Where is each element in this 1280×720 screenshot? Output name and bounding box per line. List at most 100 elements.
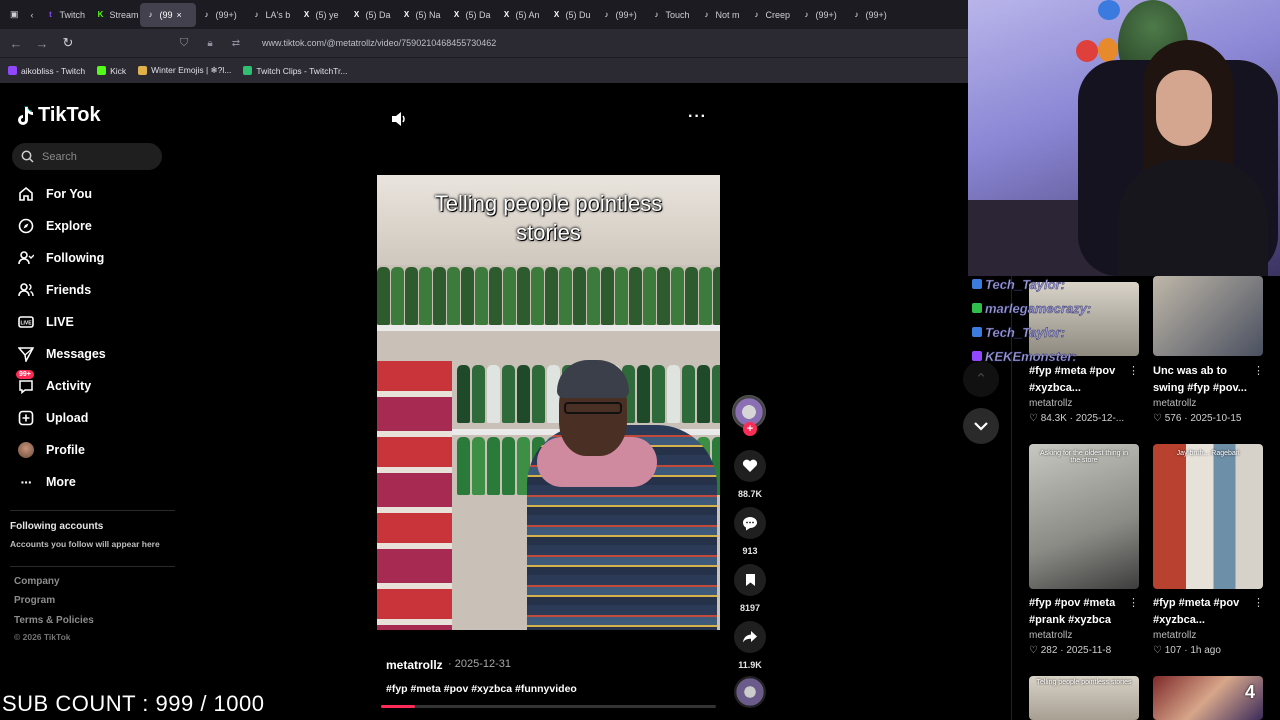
chevron-down-icon — [974, 421, 988, 431]
url-text[interactable]: www.tiktok.com/@metatrollz/video/7590210… — [262, 38, 496, 48]
browser-tab[interactable]: X (5) ye — [296, 3, 346, 27]
comment-button[interactable] — [734, 507, 766, 539]
video-player[interactable]: Telling people pointless stories — [377, 175, 720, 630]
close-tab-icon[interactable]: × — [177, 10, 182, 20]
video-scene-bottle — [699, 267, 712, 325]
browser-tab[interactable]: ♪ (99+) — [796, 3, 846, 27]
sidebar: TikTok Search For You Explore Following Fri… — [0, 84, 175, 720]
footer-terms-link[interactable]: Terms & Policies — [14, 615, 94, 626]
sidebar-item-messages[interactable]: Messages — [18, 346, 106, 362]
bookmark-item[interactable]: aikobliss - Twitch — [8, 66, 85, 76]
video-thumbnail[interactable] — [1153, 276, 1263, 356]
bookmark-item[interactable]: Twitch Clips - TwitchTr... — [243, 66, 348, 76]
like-button[interactable] — [734, 450, 766, 482]
browser-tab[interactable]: X (5) Du — [546, 3, 596, 27]
forward-button[interactable]: → — [34, 36, 50, 51]
video-hashtags[interactable]: #fyp #meta #pov #xyzbca #funnyvideo — [386, 683, 577, 695]
browser-tab[interactable]: K Stream — [90, 3, 140, 27]
browser-tab[interactable]: X (5) An — [496, 3, 546, 27]
browser-tab[interactable]: ♪ Touch — [646, 3, 696, 27]
video-author[interactable]: metatrollz — [386, 658, 443, 672]
video-card-author[interactable]: metatrollz — [1153, 630, 1196, 641]
thumbnail-overlay-text: 4 — [1244, 682, 1255, 702]
bookmark-item[interactable]: Winter Emojis | ❄?l... — [138, 65, 231, 76]
tab-list-button[interactable]: ▣ — [4, 3, 25, 27]
video-scene-bottle — [697, 365, 710, 423]
compass-icon — [18, 218, 34, 234]
sidebar-item-explore[interactable]: Explore — [18, 218, 92, 234]
browser-tab[interactable]: ♪ (99+) — [596, 3, 646, 27]
sidebar-item-activity[interactable]: 99+ Activity — [16, 370, 91, 394]
shield-icon[interactable]: ⛉ — [176, 37, 192, 50]
lock-icon[interactable]: 🔒︎ — [202, 38, 218, 49]
more-options-button[interactable]: ··· — [688, 108, 707, 126]
tab-label: (5) An — [515, 9, 540, 20]
following-accounts-hint: Accounts you follow will appear here — [10, 539, 160, 549]
video-thumbnail[interactable]: Asking for the oldest thing in the store — [1029, 444, 1139, 589]
music-disc[interactable] — [734, 676, 766, 708]
video-scene-bottle — [685, 267, 698, 325]
browser-tab[interactable]: ♪ (99+) — [846, 3, 896, 27]
save-button[interactable] — [734, 564, 766, 596]
bookmark-favicon-icon — [243, 66, 253, 75]
sidebar-item-for-you[interactable]: For You — [18, 186, 92, 202]
tab-label: LA's b — [265, 9, 291, 20]
sidebar-item-friends[interactable]: Friends — [18, 282, 91, 298]
video-card-author[interactable]: metatrollz — [1029, 630, 1072, 641]
kebab-menu-icon[interactable]: ⋮ — [1253, 596, 1264, 609]
video-thumbnail[interactable]: 4 — [1153, 676, 1263, 720]
next-video-button[interactable] — [963, 408, 999, 444]
tab-scroll-left[interactable]: ‹ — [25, 3, 40, 27]
tab-label: (5) ye — [315, 9, 339, 20]
browser-tab[interactable]: ♪ (99 × — [139, 2, 196, 27]
video-card-author[interactable]: metatrollz — [1029, 398, 1072, 409]
browser-tab[interactable]: X (5) Da — [446, 3, 496, 27]
browser-tab[interactable]: ♪ Creep — [746, 3, 796, 27]
video-progress-bar[interactable] — [381, 705, 716, 708]
url-bar: ← → ↻ ⛉ 🔒︎ ⇄ www.tiktok.com/@metatrollz/… — [0, 29, 968, 57]
video-card-title[interactable]: #fyp #meta #pov #xyzbca... — [1029, 363, 1133, 397]
video-scene-bottle — [487, 365, 500, 423]
kebab-menu-icon[interactable]: ⋮ — [1253, 364, 1264, 377]
video-card-title[interactable]: #fyp #pov #meta #prank #xyzbca — [1029, 595, 1133, 629]
video-card-author[interactable]: metatrollz — [1153, 398, 1196, 409]
browser-tab[interactable]: ♪ (99+) — [196, 3, 246, 27]
sidebar-item-upload[interactable]: Upload — [18, 410, 88, 426]
video-thumbnail[interactable]: Jay bruh... Ragebait — [1153, 444, 1263, 589]
share-button[interactable] — [734, 621, 766, 653]
follow-plus-button[interactable]: + — [743, 422, 757, 436]
footer-company-link[interactable]: Company — [14, 576, 60, 587]
bookmark-item[interactable]: Kick — [97, 66, 126, 76]
svg-text:LIVE: LIVE — [20, 321, 32, 327]
kebab-menu-icon[interactable]: ⋮ — [1128, 596, 1139, 609]
volume-button[interactable] — [391, 111, 409, 130]
sidebar-item-more[interactable]: ··· More — [18, 474, 76, 490]
video-card-title[interactable]: #fyp #meta #pov #xyzbca... — [1153, 595, 1257, 629]
reload-button[interactable]: ↻ — [60, 35, 76, 51]
permissions-icon[interactable]: ⇄ — [228, 38, 244, 49]
bookmark-label: Winter Emojis | ❄?l... — [151, 65, 232, 75]
video-card-stats: ♡ 84.3K · 2025-12-... — [1029, 413, 1125, 424]
like-count: 88.7K — [737, 489, 763, 499]
video-thumbnail[interactable]: Telling people pointless stories — [1029, 676, 1139, 720]
video-card-title[interactable]: Unc was ab to swing #fyp #pov... — [1153, 363, 1257, 397]
tab-favicon-icon: t — [49, 10, 52, 19]
sidebar-item-live[interactable]: LIVE LIVE — [18, 314, 74, 330]
search-input[interactable]: Search — [12, 143, 162, 170]
browser-tab[interactable]: t Twitch — [40, 3, 90, 27]
sidebar-item-label: More — [46, 475, 76, 489]
tab-label: Not m — [715, 9, 740, 20]
browser-tab[interactable]: ♪ LA's b — [246, 3, 296, 27]
webcam-face — [1156, 70, 1212, 146]
bookmarks-bar: aikobliss - Twitch Kick Winter Emojis | ❄?… — [0, 57, 968, 83]
browser-tab[interactable]: ♪ Not m — [696, 3, 746, 27]
sidebar-item-following[interactable]: Following — [18, 250, 104, 266]
back-button[interactable]: ← — [8, 36, 24, 51]
footer-program-link[interactable]: Program — [14, 595, 55, 606]
sidebar-item-profile[interactable]: Profile — [18, 442, 85, 458]
video-scene-bottle — [502, 365, 515, 423]
tab-favicon-icon: K — [97, 10, 104, 19]
browser-tab[interactable]: X (5) Da — [346, 3, 396, 27]
browser-tab[interactable]: X (5) Na — [396, 3, 446, 27]
tiktok-logo[interactable]: TikTok — [16, 104, 101, 127]
